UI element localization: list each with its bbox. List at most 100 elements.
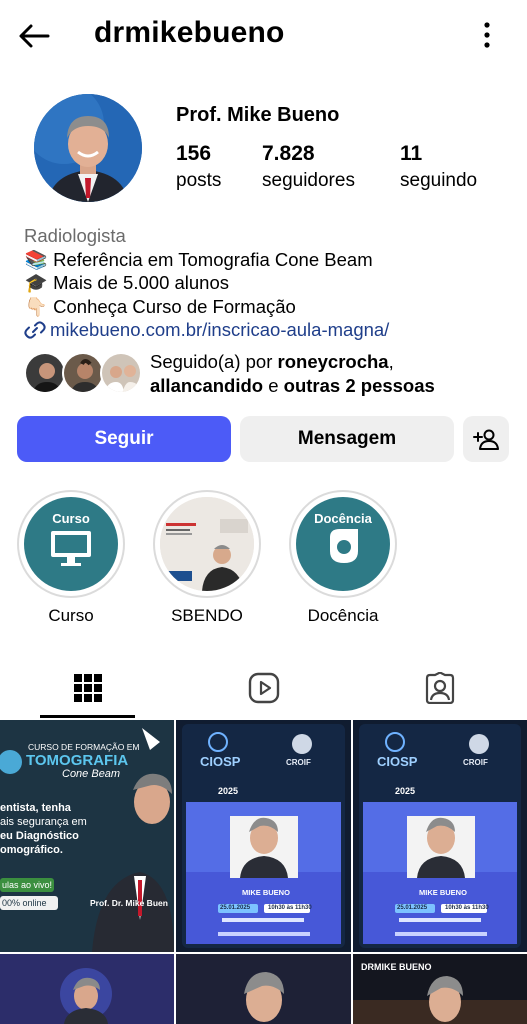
tab-reels[interactable]: [176, 660, 351, 716]
post-thumbnail[interactable]: DRMIKE BUENO: [353, 954, 527, 1024]
post-caption: DRMIKE BUENO: [361, 962, 432, 972]
highlight-ring: Docência: [289, 490, 397, 598]
post-year: 2025: [218, 786, 239, 796]
stat-posts-value: 156: [176, 142, 212, 165]
profile-bio: Radiologista 📚 Referência em Tomografia …: [24, 224, 514, 342]
post-course-line3: Cone Beam: [62, 768, 121, 780]
post-thumbnail[interactable]: CIOSP CROIF 2025 MIKE BUENO 25.01.2025 1…: [353, 720, 527, 952]
back-arrow-icon[interactable]: [14, 16, 54, 56]
post-event-date: 25.01.2025: [397, 905, 428, 911]
followed-by-text: Seguido(a) por roneycrocha, allancandido…: [150, 350, 435, 397]
highlight-cover: [160, 497, 254, 591]
follower-avatar: [62, 352, 104, 394]
books-emoji-icon: 📚: [24, 248, 48, 270]
highlight-label: Docência: [307, 606, 379, 625]
post-thumbnail[interactable]: [176, 954, 351, 1024]
post-live-label: ulas ao vivo!: [2, 880, 53, 890]
post-body-4: omográfico.: [0, 844, 63, 856]
stat-followers-label: seguidores: [262, 170, 355, 191]
post-course-line1: CURSO DE FORMAÇÃO EM: [28, 742, 140, 752]
highlight-ring: Curso: [17, 490, 125, 598]
bio-line-text: Conheça Curso de Formação: [53, 295, 296, 317]
highlight-cover: Docência: [296, 497, 390, 591]
bio-line-text: Mais de 5.000 alunos: [53, 272, 230, 293]
post-thumbnail[interactable]: CIOSP CROIF 2025 MIKE BUENO 25.01.2025 1…: [176, 720, 351, 952]
tagged-person-icon: [425, 672, 454, 704]
message-button[interactable]: Mensagem: [240, 416, 454, 462]
post-signature: Prof. Dr. Mike Buen: [90, 898, 168, 908]
follower-avatar: [24, 352, 66, 394]
highlight-cover-title: Curso: [52, 511, 90, 526]
bio-line: 🎓 Mais de 5.000 alunos: [24, 271, 514, 295]
post-body-1: entista, tenha: [0, 802, 71, 814]
post-partner: CROIF: [463, 758, 488, 767]
highlight-cover-image: [160, 497, 254, 591]
post-brand: CIOSP: [377, 754, 418, 769]
post-speaker-name: MIKE BUENO: [242, 888, 290, 897]
highlight-label: SBENDO: [171, 606, 243, 625]
suggested-accounts-button[interactable]: [463, 416, 509, 462]
post-background: [176, 954, 351, 1024]
follower-avatar: [100, 352, 142, 394]
bio-link-row[interactable]: mikebueno.com.br/inscricao-aula-magna/: [24, 318, 514, 342]
highlight-curso[interactable]: Curso Curso: [16, 490, 126, 626]
highlight-cover: Curso: [24, 497, 118, 591]
post-body-2: ais segurança em: [0, 816, 87, 828]
link-icon: [24, 321, 46, 339]
highlight-sbendo[interactable]: SBENDO: [152, 490, 262, 626]
profile-avatar[interactable]: [34, 94, 142, 202]
profile-full-name: Prof. Mike Bueno: [176, 104, 340, 126]
profile-tabs: [0, 660, 527, 718]
highlight-label: Curso: [48, 606, 94, 625]
reels-icon: [248, 672, 279, 704]
profile-username: drmikebueno: [94, 16, 285, 49]
bio-line: 📚 Referência em Tomografia Cone Beam: [24, 248, 514, 272]
stat-posts[interactable]: 156 posts: [176, 142, 221, 192]
active-tab-indicator: [40, 715, 135, 718]
highlight-cover-title: Docência: [314, 511, 372, 526]
post-body-3: eu Diagnóstico: [0, 830, 79, 842]
tab-tagged[interactable]: [352, 660, 527, 716]
bio-line-text: Referência em Tomografia Cone Beam: [53, 248, 373, 270]
followed-by-prefix: Seguido(a) por: [150, 351, 278, 372]
stat-followers-value: 7.828: [262, 142, 315, 165]
avatar-photo: [34, 94, 142, 202]
graduation-cap-emoji-icon: 🎓: [24, 272, 48, 293]
stat-following-value: 11: [400, 142, 423, 165]
highlight-ring: [153, 490, 261, 598]
add-person-icon: [473, 429, 499, 450]
bio-link[interactable]: mikebueno.com.br/inscricao-aula-magna/: [50, 319, 389, 340]
stat-following[interactable]: 11 seguindo: [400, 142, 477, 192]
post-course-line2: TOMOGRAFIA: [26, 752, 129, 769]
post-brand: CIOSP: [200, 754, 241, 769]
more-options-icon[interactable]: [477, 20, 497, 50]
stat-following-label: seguindo: [400, 170, 478, 191]
followed-by-others[interactable]: outras 2 pessoas: [284, 375, 435, 396]
post-background: [0, 954, 174, 1024]
post-event-time: 10h30 às 11h30: [445, 905, 489, 911]
profile-category: Radiologista: [24, 225, 126, 246]
top-bar: drmikebueno: [0, 0, 527, 72]
follower-name[interactable]: roneycrocha: [278, 351, 389, 372]
grid-icon: [73, 674, 102, 702]
follow-button[interactable]: Seguir: [17, 416, 231, 462]
tab-posts-grid[interactable]: [0, 660, 175, 716]
post-speaker-name: MIKE BUENO: [419, 888, 467, 897]
post-year: 2025: [395, 786, 416, 796]
follower-name[interactable]: allancandido: [150, 375, 263, 396]
post-thumbnail[interactable]: [0, 954, 174, 1024]
highlight-docencia[interactable]: Docência Docência: [288, 490, 398, 626]
post-online-label: 00% online: [2, 898, 47, 908]
followed-by-conjunction: e: [263, 374, 284, 396]
post-event-time: 10h30 às 11h30: [268, 905, 312, 911]
post-event-date: 25.01.2025: [220, 905, 251, 911]
stat-followers[interactable]: 7.828 seguidores: [262, 142, 355, 192]
posts-grid: CURSO DE FORMAÇÃO EM TOMOGRAFIA Cone Bea…: [0, 720, 527, 1024]
pointing-down-emoji-icon: 👇🏻: [24, 295, 48, 317]
post-partner: CROIF: [286, 758, 311, 767]
stat-posts-label: posts: [176, 170, 222, 191]
followed-by-separator: ,: [388, 351, 394, 372]
bio-line: 👇🏻 Conheça Curso de Formação: [24, 295, 514, 319]
post-thumbnail[interactable]: CURSO DE FORMAÇÃO EM TOMOGRAFIA Cone Bea…: [0, 720, 174, 952]
followed-by[interactable]: Seguido(a) por roneycrocha, allancandido…: [24, 350, 524, 400]
